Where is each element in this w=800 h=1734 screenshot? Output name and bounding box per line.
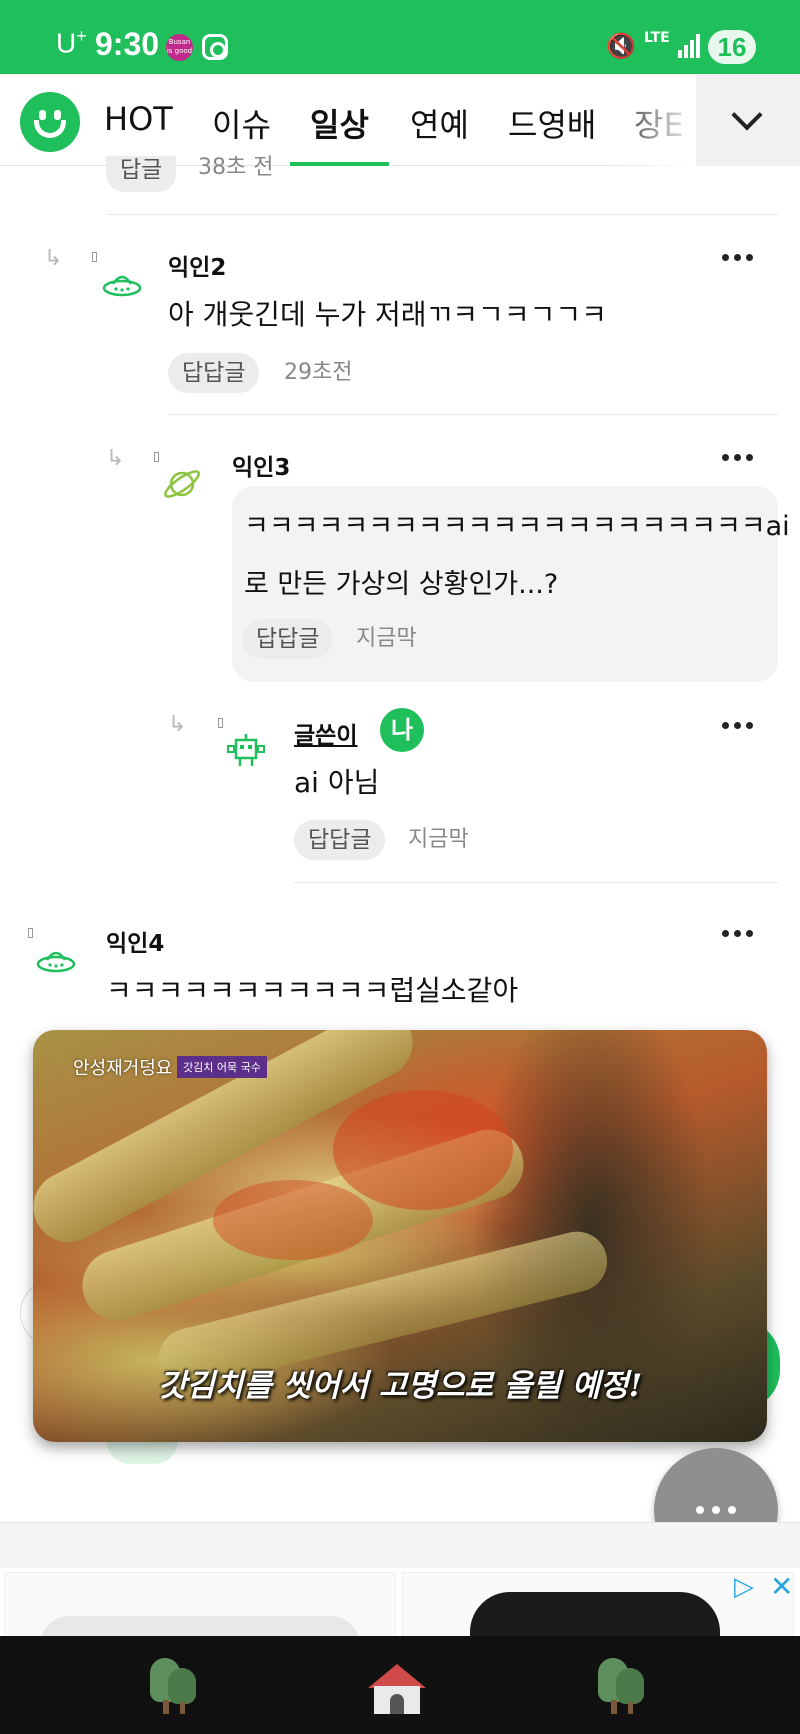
tab-issue[interactable]: 이슈 (212, 100, 271, 146)
floating-video-player[interactable]: 안성재거덩요 갓김치 어묵 국수 갓김치를 씻어서 고명으로 올릴 예정! (33, 1030, 767, 1442)
reply-arrow-icon: ↳ (44, 246, 63, 271)
more-dots-icon[interactable] (720, 716, 756, 736)
ufo-avatar-icon (36, 951, 76, 973)
section-separator (0, 1522, 800, 1568)
ad-product-image (470, 1592, 720, 1636)
comment-time: 29초전 (284, 360, 353, 385)
divider (168, 414, 778, 415)
comment-text: ai 아님 (294, 766, 380, 799)
ad-product-image (40, 1616, 360, 1636)
comment-time: 지금막 (408, 827, 469, 852)
ad-choices-icon[interactable]: ▷ (734, 1572, 754, 1602)
lte-icon: LTE (644, 30, 670, 46)
comment-author[interactable]: 익인4 (106, 924, 164, 958)
tree-nav-icon[interactable] (594, 1658, 648, 1716)
report-mark-icon (28, 928, 33, 938)
comment-time: 지금막 (356, 626, 417, 651)
ufo-avatar-icon (102, 275, 142, 297)
more-dots-icon[interactable] (720, 448, 756, 468)
more-dots-icon[interactable] (720, 924, 756, 944)
tab-daily[interactable]: 일상 (310, 100, 369, 146)
instagram-icon (202, 34, 228, 60)
active-tab-indicator (290, 162, 389, 166)
reply-arrow-icon: ↳ (106, 446, 125, 471)
comment-author[interactable]: 익인2 (168, 248, 226, 282)
comment-text: 아 개웃긴데 누가 저래ㄲㅋㄱㅋㄱㄱㅋ (168, 298, 607, 331)
report-mark-icon (218, 718, 223, 728)
hidden-element (106, 1440, 178, 1464)
comment-text: ㅋㅋㅋㅋㅋㅋㅋㅋㅋㅋㅋ럽실소같아 (106, 974, 519, 1007)
busan-app-icon: Busan is good (166, 34, 193, 61)
reply-button[interactable]: 답글 (106, 156, 177, 192)
mute-icon: 🔇 (606, 32, 636, 60)
ad-banner[interactable]: ▷ ✕ (0, 1568, 800, 1636)
carrier-label: U+ (56, 26, 87, 59)
signal-icon (678, 34, 702, 58)
comment-text-line1: ㅋㅋㅋㅋㅋㅋㅋㅋㅋㅋㅋㅋㅋㅋㅋㅋㅋㅋㅋㅋㅋai (244, 511, 790, 542)
video-frame-detail (213, 1180, 373, 1260)
status-bar: U+ 9:30 Busan is good 🔇 LTE 16 (0, 0, 800, 74)
comment-time: 38초 전 (198, 155, 274, 180)
smiley-logo-icon[interactable] (20, 92, 80, 152)
divider (106, 214, 778, 215)
clock: 9:30 (95, 26, 160, 62)
op-badge: 나 (380, 708, 424, 752)
reply-arrow-icon: ↳ (168, 712, 187, 737)
system-nav-bar (0, 1636, 800, 1734)
close-icon[interactable]: ✕ (770, 1570, 793, 1603)
comment-author[interactable]: 익인3 (232, 448, 290, 482)
comment-text-line2: 로 만든 가상의 상황인가...? (244, 569, 559, 600)
battery-indicator: 16 (708, 30, 756, 64)
report-mark-icon (154, 452, 159, 462)
tab-drama-movie[interactable]: 드영배 (508, 100, 596, 146)
divider (294, 882, 778, 883)
reply-button[interactable]: 답답글 (168, 353, 260, 393)
tree-nav-icon[interactable] (146, 1658, 200, 1716)
planet-avatar-icon (164, 470, 200, 498)
more-dots-icon[interactable] (720, 248, 756, 268)
tab-hot[interactable]: HOT (104, 100, 173, 138)
robot-avatar-icon (227, 734, 265, 766)
tab-entertainment[interactable]: 연예 (410, 100, 469, 146)
author-label[interactable]: 글쓴이 (294, 716, 357, 750)
chevron-down-icon[interactable] (696, 74, 800, 166)
reply-button[interactable]: 답답글 (294, 820, 386, 860)
video-frame-detail (333, 1090, 513, 1210)
channel-logo: 안성재거덩요 (73, 1058, 173, 1079)
tab-fade (600, 74, 696, 166)
video-caption: 갓김치를 씻어서 고명으로 올릴 예정! (157, 1368, 643, 1404)
reply-button[interactable]: 답답글 (242, 619, 334, 659)
home-nav-icon[interactable] (368, 1664, 426, 1716)
category-tab-bar: HOT 이슈 일상 연예 드영배 장E (0, 74, 800, 166)
video-tag: 갓김치 어묵 국수 (177, 1056, 267, 1078)
report-mark-icon (92, 252, 97, 262)
